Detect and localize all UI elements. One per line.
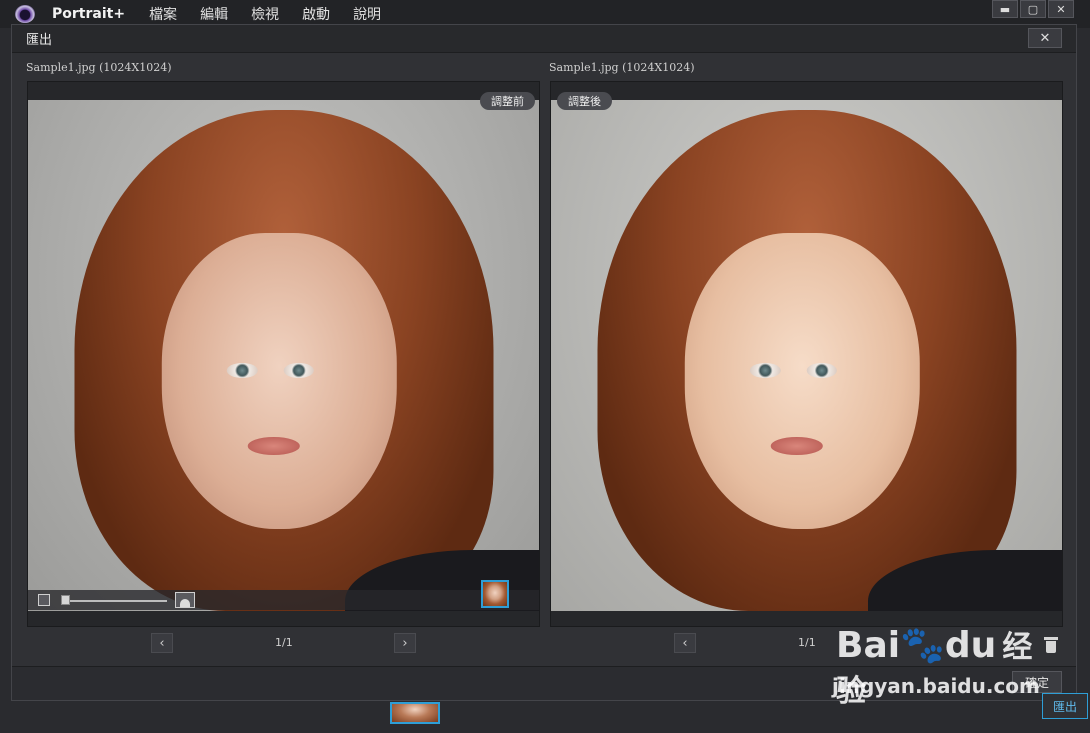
zoom-slider-thumb[interactable]: [61, 595, 70, 605]
menu-view[interactable]: 檢視: [251, 4, 279, 24]
dialog-title: 匯出: [12, 25, 1076, 53]
prev-page-button[interactable]: ‹: [151, 633, 173, 653]
baidu-watermark: Bai🐾du 经验 jingyan.baidu.com: [832, 622, 1052, 712]
next-page-button[interactable]: ›: [394, 633, 416, 653]
zoom-bar: [28, 580, 539, 610]
zoom-out-image-icon[interactable]: [38, 594, 50, 606]
after-tag: 調整後: [557, 92, 612, 110]
close-window-button[interactable]: ✕: [1048, 0, 1074, 18]
before-tag: 調整前: [480, 92, 535, 110]
dialog-close-button[interactable]: ✕: [1028, 28, 1062, 48]
menu-activate[interactable]: 啟動: [302, 4, 330, 24]
maximize-button[interactable]: ▢: [1020, 0, 1046, 18]
portrait-logo-icon: [12, 3, 38, 25]
page-number: 1/1: [275, 636, 293, 649]
left-pager: ‹ 1/1 ›: [151, 633, 416, 657]
zoom-slider-track[interactable]: [64, 600, 167, 602]
window-controls: ▬ ▢ ✕: [990, 0, 1074, 18]
app-brand: Portrait+: [52, 6, 126, 22]
left-file-label: Sample1.jpg (1024X1024): [26, 61, 172, 74]
background-thumbnail[interactable]: [390, 702, 440, 724]
right-file-label: Sample1.jpg (1024X1024): [549, 61, 695, 74]
before-panel: 調整前: [27, 81, 540, 627]
minimize-button[interactable]: ▬: [992, 0, 1018, 18]
menu-edit[interactable]: 編輯: [200, 4, 228, 24]
after-panel: 調整後: [550, 81, 1063, 627]
app-window: Portrait+ 檔案 編輯 檢視 啟動 說明 ▬ ▢ ✕ 匯出 ✕ Samp…: [0, 0, 1090, 733]
navigator-thumbnail[interactable]: [481, 580, 509, 608]
after-photo: [551, 100, 1062, 611]
right-pager: ‹ 1/1: [674, 633, 834, 657]
zoom-in-portrait-icon[interactable]: [175, 592, 195, 608]
page-number: 1/1: [798, 636, 816, 649]
menu-help[interactable]: 說明: [353, 4, 381, 24]
export-dialog: 匯出 ✕ Sample1.jpg (1024X1024) 調整前 Sample1…: [11, 24, 1077, 701]
prev-page-button[interactable]: ‹: [674, 633, 696, 653]
menu-file[interactable]: 檔案: [149, 4, 177, 24]
paw-icon: 🐾: [900, 625, 945, 666]
baidu-url: jingyan.baidu.com: [832, 674, 1040, 698]
menu-bar: 檔案 編輯 檢視 啟動 說明: [149, 4, 404, 24]
before-photo: [28, 100, 539, 611]
